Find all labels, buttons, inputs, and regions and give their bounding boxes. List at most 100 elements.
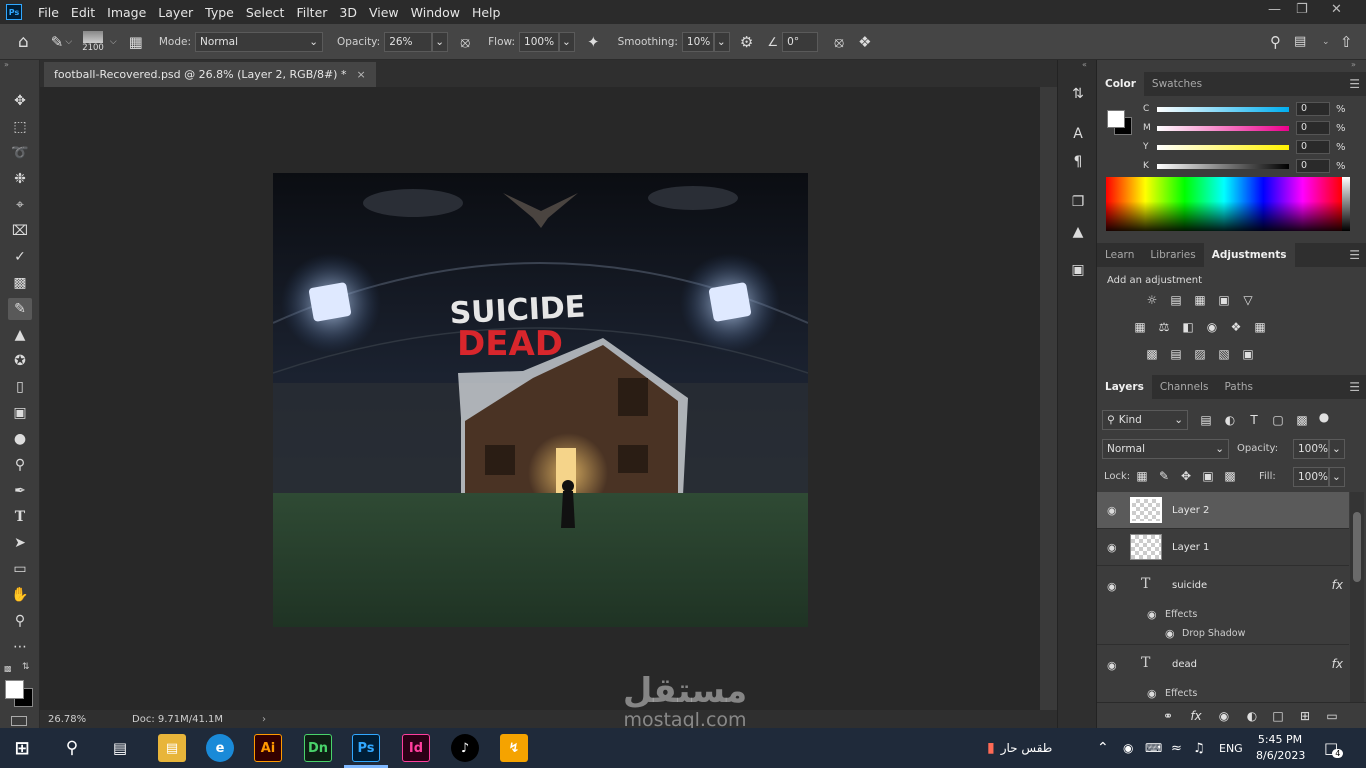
opacity-dropdown[interactable]: ⌄ — [432, 31, 449, 52]
delete-layer-icon[interactable]: ▭ — [1325, 709, 1339, 723]
document-canvas[interactable]: SUICIDE DEAD — [273, 173, 808, 627]
opacity-input[interactable]: 26% — [384, 31, 433, 52]
type-tool-icon[interactable]: T — [8, 506, 32, 528]
eye-icon[interactable]: ◉ — [1107, 659, 1117, 672]
scrollbar-thumb[interactable] — [1353, 512, 1361, 582]
glyphs-icon[interactable]: ▲ — [1068, 222, 1088, 242]
black-slider[interactable]: K 0 % — [1143, 158, 1346, 174]
lock-all-icon[interactable]: ▩ — [1223, 469, 1237, 483]
marquee-tool-icon[interactable]: ⬚ — [8, 116, 32, 138]
filter-toggle-icon[interactable]: ● — [1317, 410, 1331, 424]
layer-row-suicide[interactable]: ◉ T suicide fx ◉ Effects ◉ Drop Shadow — [1097, 566, 1349, 645]
quick-mask-icon[interactable] — [11, 716, 27, 726]
foreground-color-swatch[interactable] — [5, 680, 24, 699]
fx-icon[interactable]: fx — [1332, 657, 1343, 671]
color-lookup-icon[interactable]: ▦ — [1253, 320, 1267, 334]
tab-libraries[interactable]: Libraries — [1142, 243, 1203, 267]
rectangle-tool-icon[interactable]: ▭ — [8, 558, 32, 580]
photoshop-app-icon[interactable]: Ps — [352, 734, 380, 762]
new-adjustment-icon[interactable]: ◐ — [1245, 709, 1259, 723]
dimension-app-icon[interactable]: Dn — [304, 734, 332, 762]
curves-icon[interactable]: ▦ — [1193, 293, 1207, 307]
photo-filter-icon[interactable]: ◉ — [1205, 320, 1219, 334]
black-slider-track[interactable] — [1157, 163, 1289, 169]
smoothing-input[interactable]: 10% — [681, 31, 714, 52]
panel-menu-icon[interactable]: ☰ — [1349, 77, 1360, 91]
lock-pixels-icon[interactable]: ✎ — [1157, 469, 1171, 483]
properties-icon[interactable]: ❐ — [1068, 192, 1088, 212]
menu-type[interactable]: Type — [199, 5, 240, 20]
tab-swatches[interactable]: Swatches — [1144, 72, 1210, 96]
smoothing-dropdown[interactable]: ⌄ — [713, 31, 730, 52]
brush-tool-icon[interactable]: ✎ — [8, 298, 32, 320]
windows-start-icon[interactable]: ⊞ — [8, 734, 36, 762]
link-layers-icon[interactable]: ⚭ — [1161, 709, 1175, 723]
clock[interactable]: 5:45 PM 8/6/2023 — [1256, 732, 1305, 764]
fill-input[interactable]: 100% — [1293, 467, 1329, 487]
filter-pixel-icon[interactable]: ▤ — [1199, 413, 1213, 427]
mode-select[interactable]: Normal ⌄ — [195, 31, 324, 52]
cyan-slider[interactable]: C 0 % — [1143, 101, 1346, 117]
illustrator-app-icon[interactable]: Ai — [254, 734, 282, 762]
angle-input[interactable]: 0° — [782, 31, 819, 52]
eye-icon[interactable]: ◉ — [1147, 608, 1157, 621]
thunder-app-icon[interactable]: ↯ — [500, 734, 528, 762]
black-value[interactable]: 0 — [1296, 159, 1330, 173]
magenta-slider-track[interactable] — [1157, 125, 1289, 131]
flow-input[interactable]: 100% — [519, 31, 560, 52]
menu-help[interactable]: Help — [466, 5, 507, 20]
posterize-icon[interactable]: ▤ — [1169, 347, 1183, 361]
menu-filter[interactable]: Filter — [290, 5, 333, 20]
invert-icon[interactable]: ▩ — [1145, 347, 1159, 361]
color-spectrum[interactable] — [1106, 177, 1342, 231]
tab-channels[interactable]: Channels — [1152, 375, 1217, 399]
magenta-value[interactable]: 0 — [1296, 121, 1330, 135]
brightness-icon[interactable]: ☼ — [1145, 293, 1159, 307]
eye-icon[interactable]: ◉ — [1107, 580, 1117, 593]
fill-dropdown[interactable]: ⌄ — [1329, 467, 1345, 487]
eyedropper-tool-icon[interactable]: ✓ — [8, 246, 32, 268]
search-icon[interactable]: ⚲ — [1270, 33, 1281, 51]
workspace-icon[interactable]: ▤ — [1294, 34, 1306, 49]
lock-position-icon[interactable]: ✥ — [1179, 469, 1193, 483]
restore-icon[interactable]: ❐ — [1296, 2, 1308, 17]
volume-icon[interactable]: ♫ — [1193, 728, 1205, 768]
new-layer-icon[interactable]: ⊞ — [1298, 709, 1312, 723]
default-colors-icon[interactable]: ▩ — [4, 664, 12, 673]
color-balance-icon[interactable]: ⚖ — [1157, 320, 1171, 334]
lock-transparency-icon[interactable]: ▦ — [1135, 469, 1149, 483]
channel-mixer-icon[interactable]: ❖ — [1229, 320, 1243, 334]
file-explorer-icon[interactable]: ▤ — [158, 734, 186, 762]
history-icon[interactable]: ⇅ — [1068, 84, 1088, 104]
home-icon[interactable]: ⌂ — [18, 32, 29, 52]
quick-select-tool-icon[interactable]: ❉ — [8, 168, 32, 190]
vibrance-icon[interactable]: ▽ — [1241, 293, 1255, 307]
layer-row-layer-1[interactable]: ◉ Layer 1 — [1097, 529, 1349, 566]
layer-opacity-input[interactable]: 100% — [1293, 439, 1329, 459]
grayscale-ramp[interactable] — [1342, 177, 1350, 231]
lasso-tool-icon[interactable]: ➰ — [8, 142, 32, 164]
lock-artboard-icon[interactable]: ▣ — [1201, 469, 1215, 483]
menu-edit[interactable]: Edit — [65, 5, 101, 20]
zoom-level[interactable]: 26.78% — [48, 714, 124, 725]
move-tool-icon[interactable]: ✥ — [8, 90, 32, 112]
tab-paths[interactable]: Paths — [1216, 375, 1261, 399]
collapse-icon[interactable]: » — [1351, 60, 1356, 69]
gradient-map-icon[interactable]: ▣ — [1241, 347, 1255, 361]
paragraph-icon[interactable]: ¶ — [1068, 152, 1088, 172]
brush-size-picker[interactable]: 2100 — [82, 30, 104, 53]
eraser-tool-icon[interactable]: ▯ — [8, 376, 32, 398]
chevron-down-icon[interactable]: ⌵ — [65, 37, 72, 47]
frame-tool-icon[interactable]: ⌧ — [8, 220, 32, 242]
crop-tool-icon[interactable]: ⌖ — [8, 194, 32, 216]
eye-icon[interactable]: ◉ — [1147, 687, 1157, 700]
menu-window[interactable]: Window — [405, 5, 466, 20]
close-tab-icon[interactable]: × — [356, 68, 365, 81]
blur-tool-icon[interactable]: ● — [8, 428, 32, 450]
search-icon[interactable]: ⚲ — [58, 734, 86, 762]
gradient-tool-icon[interactable]: ▣ — [8, 402, 32, 424]
menu-image[interactable]: Image — [101, 5, 152, 20]
stamp-tool-icon[interactable]: ▲ — [8, 324, 32, 346]
eye-icon[interactable]: ◉ — [1107, 541, 1117, 554]
tab-color[interactable]: Color — [1097, 72, 1144, 96]
